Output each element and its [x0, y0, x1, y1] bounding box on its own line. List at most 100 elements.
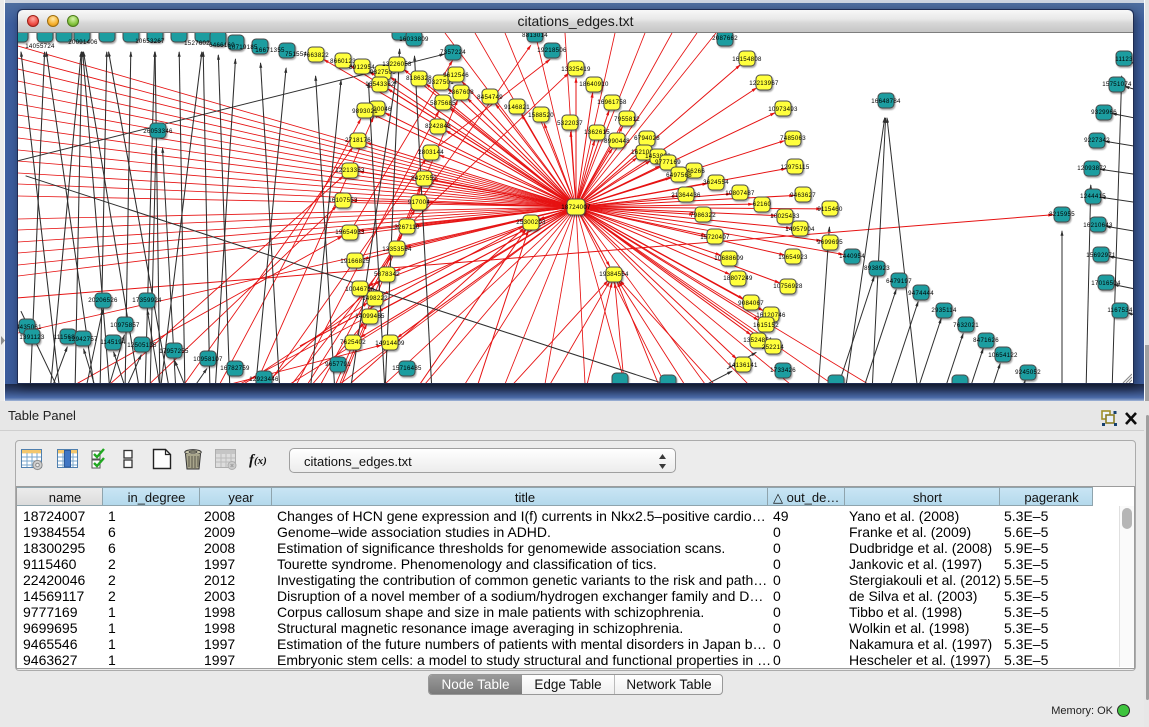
svg-text:18640910: 18640910 — [579, 81, 609, 88]
svg-text:12093872: 12093872 — [1077, 165, 1107, 172]
svg-text:10807487: 10807487 — [725, 190, 755, 197]
svg-text:8242848: 8242848 — [425, 123, 451, 130]
svg-text:16961758: 16961758 — [597, 99, 627, 106]
svg-text:15720407: 15720407 — [700, 234, 730, 241]
svg-text:9084067: 9084067 — [738, 300, 764, 307]
svg-text:15692971: 15692971 — [1086, 252, 1116, 259]
svg-text:8427552: 8427552 — [411, 175, 437, 182]
svg-text:10654122: 10654122 — [988, 352, 1018, 359]
svg-text:5875685: 5875685 — [430, 100, 456, 107]
svg-text:12213383: 12213383 — [335, 167, 365, 174]
svg-text:2803144: 2803144 — [418, 149, 444, 156]
svg-text:9777169: 9777169 — [655, 159, 681, 166]
svg-text:9612546: 9612546 — [443, 72, 469, 79]
svg-text:16033809: 16033809 — [399, 36, 429, 43]
svg-text:10973493: 10973493 — [768, 106, 798, 113]
svg-text:9657791: 9657791 — [325, 361, 351, 368]
svg-text:10958107: 10958107 — [193, 356, 223, 363]
svg-text:16782759: 16782759 — [220, 365, 250, 372]
svg-text:3624554: 3624554 — [703, 179, 729, 186]
svg-text:12975115: 12975115 — [780, 164, 809, 171]
svg-text:1498222: 1498222 — [362, 295, 388, 302]
svg-text:1527602: 1527602 — [184, 40, 210, 47]
svg-text:7357224: 7357224 — [440, 49, 466, 56]
svg-text:19218506: 19218506 — [537, 47, 567, 54]
svg-text:15716485: 15716485 — [392, 365, 422, 372]
svg-text:16671355: 16671355 — [255, 47, 285, 54]
svg-text:6479197: 6479197 — [886, 278, 912, 285]
svg-text:7663822: 7663822 — [303, 52, 329, 59]
svg-text:25300203: 25300203 — [516, 219, 546, 226]
svg-text:14914409: 14914409 — [375, 340, 405, 347]
svg-text:7485063: 7485063 — [780, 135, 806, 142]
svg-text:8471626: 8471626 — [973, 337, 999, 344]
svg-text:7955812: 7955812 — [614, 116, 640, 123]
svg-text:12942757: 12942757 — [68, 336, 98, 343]
svg-text:17359924: 17359924 — [132, 297, 162, 304]
svg-text:16154808: 16154808 — [732, 56, 762, 63]
svg-text:9329966: 9329966 — [1091, 109, 1117, 116]
svg-text:10025433: 10025433 — [770, 213, 800, 220]
svg-text:9699695: 9699695 — [817, 239, 843, 246]
svg-text:8938923: 8938923 — [864, 265, 890, 272]
svg-text:7986322: 7986322 — [690, 212, 716, 219]
svg-text:2367608: 2367608 — [448, 89, 474, 96]
svg-text:1145194: 1145194 — [100, 339, 126, 346]
svg-text:16107553: 16107553 — [328, 197, 358, 204]
svg-text:10653267: 10653267 — [135, 38, 165, 45]
svg-text:19384554: 19384554 — [599, 271, 629, 278]
svg-text:16648784: 16648784 — [871, 98, 901, 105]
svg-text:19654933: 19654933 — [335, 229, 365, 236]
svg-text:16543362: 16543362 — [365, 81, 395, 88]
svg-text:11123: 11123 — [1115, 56, 1133, 63]
svg-text:1391123: 1391123 — [19, 334, 45, 341]
svg-text:12505135: 12505135 — [127, 342, 157, 349]
svg-text:6794028: 6794028 — [634, 135, 660, 142]
svg-text:917004: 917004 — [408, 199, 430, 206]
svg-text:1362615: 1362615 — [584, 129, 610, 136]
svg-text:9893021: 9893021 — [352, 108, 378, 115]
svg-text:1588520: 1588520 — [528, 112, 554, 119]
svg-text:8813014: 8813014 — [522, 33, 548, 39]
svg-text:2935114: 2935114 — [931, 307, 957, 314]
svg-text:9115460: 9115460 — [817, 206, 843, 213]
svg-text:1440954: 1440954 — [839, 253, 865, 260]
svg-text:(x): (x) — [254, 455, 267, 467]
svg-text:3267110: 3267110 — [394, 224, 420, 231]
svg-text:12213967: 12213967 — [749, 80, 779, 87]
svg-text:7632021: 7632021 — [953, 322, 979, 329]
svg-text:18724007: 18724007 — [561, 204, 591, 211]
svg-text:6497568: 6497568 — [666, 172, 692, 179]
svg-text:15751074: 15751074 — [1102, 81, 1132, 88]
svg-text:13325419: 13325419 — [561, 66, 591, 73]
svg-text:1733426: 1733426 — [770, 367, 796, 374]
svg-text:14136141: 14136141 — [728, 362, 758, 369]
svg-text:14957904: 14957904 — [785, 226, 815, 233]
svg-text:26053346: 26053346 — [143, 128, 173, 135]
svg-text:12923446: 12923446 — [249, 376, 279, 383]
svg-text:1244415: 1244415 — [1080, 193, 1106, 200]
svg-text:5878342: 5878342 — [374, 271, 400, 278]
svg-text:10719185: 10719185 — [228, 44, 258, 51]
svg-text:19654923: 19654923 — [778, 254, 808, 261]
svg-text:21364436: 21364436 — [671, 192, 701, 199]
svg-text:8215955: 8215955 — [1049, 211, 1075, 218]
svg-text:13353594: 13353594 — [382, 246, 412, 253]
svg-text:16210643: 16210643 — [1083, 222, 1113, 229]
svg-text:2718176: 2718176 — [345, 137, 371, 144]
svg-text:9227342: 9227342 — [1084, 137, 1110, 144]
svg-text:9463627: 9463627 — [790, 192, 816, 199]
svg-text:9474444: 9474444 — [908, 290, 934, 297]
svg-text:14099465: 14099465 — [355, 313, 385, 320]
svg-text:2087662: 2087662 — [712, 35, 738, 42]
svg-text:8990448: 8990448 — [604, 138, 630, 145]
svg-text:18807249: 18807249 — [723, 275, 753, 282]
svg-text:1615152: 1615152 — [753, 322, 779, 329]
svg-text:20091406: 20091406 — [68, 39, 98, 46]
svg-text:10975857: 10975857 — [110, 322, 140, 329]
svg-text:10756928: 10756928 — [773, 283, 803, 290]
svg-text:17957255: 17957255 — [159, 348, 189, 355]
svg-text:19166825: 19166825 — [340, 258, 370, 265]
svg-text:20206526: 20206526 — [88, 297, 118, 304]
svg-text:17016504: 17016504 — [1091, 280, 1121, 287]
